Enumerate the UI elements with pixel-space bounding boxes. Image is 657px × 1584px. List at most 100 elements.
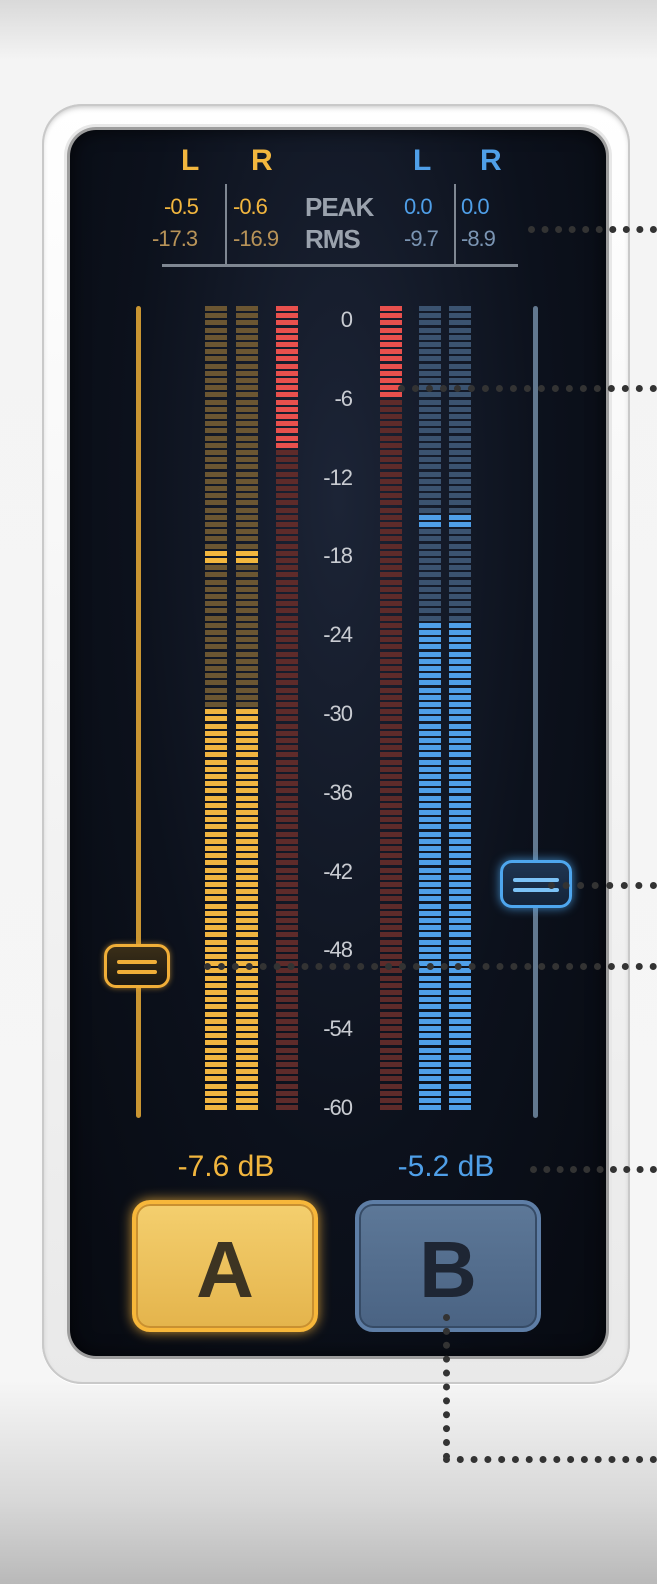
meter-segment [419,507,441,513]
meter-segment [380,543,402,549]
meter-segment [419,320,441,326]
meter-segment [276,925,298,931]
meter-segment [276,766,298,772]
meter-segment [205,565,227,571]
meter-segment [380,630,402,635]
meter-segment [205,939,227,945]
meter-segment [380,846,402,851]
meter-segment [205,601,227,607]
meter-segment [380,392,402,398]
meter-segment [419,810,441,815]
a-rms-right-value: -16.9 [233,226,279,251]
meter-segment [205,507,227,513]
meter-segment [205,860,227,866]
meter-segment [205,608,227,614]
b-button-leader-horizontal [443,1456,657,1463]
b-gain-readout: -5.2 dB [397,1150,495,1183]
meter-segment [205,1105,227,1111]
meter-segment [419,1047,441,1053]
meter-segment [449,997,471,1003]
b-left-level-meter [419,306,441,1118]
meter-segment [449,349,471,355]
meter-segment [236,601,258,607]
db-scale-tick: -48 [323,937,353,963]
meter-segment [449,702,471,707]
meter-segment [236,932,258,938]
meter-segment [276,1069,298,1075]
a-rms-left-value: -17.3 [152,226,198,251]
meter-segment [380,565,402,571]
meter-segment [449,666,471,671]
meter-segment [419,1105,441,1111]
meter-segment [276,867,298,873]
meter-segment [449,435,471,441]
a-gain-readout: -7.6 dB [177,1150,275,1183]
meter-segment [380,550,402,556]
meter-segment [419,1004,441,1010]
meter-segment [449,421,471,427]
meter-segment [276,1083,298,1089]
meter-segment [419,356,441,362]
meter-segment [419,651,441,657]
meter-segment [380,925,402,931]
meter-segment [276,622,298,628]
meter-segment [449,1047,471,1053]
meter-segment [205,457,227,463]
meter-segment [236,860,258,866]
meter-segment [449,730,471,736]
meter-segment [419,536,441,542]
meter-segment [380,716,402,722]
meter-segment [419,802,441,808]
readout-leader-line [528,226,657,233]
meter-segment [236,997,258,1003]
meter-segment [380,1098,402,1103]
meter-segment [276,356,298,362]
meter-segment [380,334,402,340]
meter-segment [205,378,227,383]
meter-segment [205,1011,227,1017]
meter-segment [276,882,298,887]
b-select-button[interactable]: B [355,1200,541,1332]
meter-segment [205,644,227,650]
a-select-button[interactable]: A [132,1200,318,1332]
meter-segment [419,334,441,340]
meter-segment [205,406,227,412]
meter-segment [236,608,258,614]
meter-segment [380,1040,402,1046]
meter-segment [276,680,298,686]
meter-segment [236,925,258,931]
meter-segment [449,637,471,643]
a-gain-fader-handle[interactable] [104,944,170,988]
meter-segment [276,752,298,758]
meter-segment [276,1098,298,1103]
meter-segment [380,867,402,873]
meter-segment [380,752,402,758]
meter-segment [236,637,258,643]
meter-segment [419,464,441,470]
meter-segment [419,918,441,923]
meter-segment [276,774,298,779]
meter-segment [419,745,441,751]
meter-segment [380,910,402,916]
meter-segment [449,788,471,794]
meter-segment [276,896,298,902]
meter-segment [205,954,227,959]
meter-segment [205,867,227,873]
meter-segment [380,486,402,491]
meter-segment [236,882,258,887]
a-fader-leader-line [204,963,657,970]
meter-segment [449,500,471,506]
meter-segment [380,637,402,643]
meter-segment [419,500,441,506]
meter-segment [276,399,298,405]
meter-segment [380,896,402,902]
meter-segment [419,572,441,578]
meter-segment [236,414,258,419]
meter-segment [236,1004,258,1010]
meter-segment [419,831,441,837]
meter-segment [205,658,227,664]
meter-segment [419,1018,441,1024]
meter-segment [236,320,258,326]
meter-segment [205,838,227,844]
db-scale-tick: -12 [323,464,353,490]
